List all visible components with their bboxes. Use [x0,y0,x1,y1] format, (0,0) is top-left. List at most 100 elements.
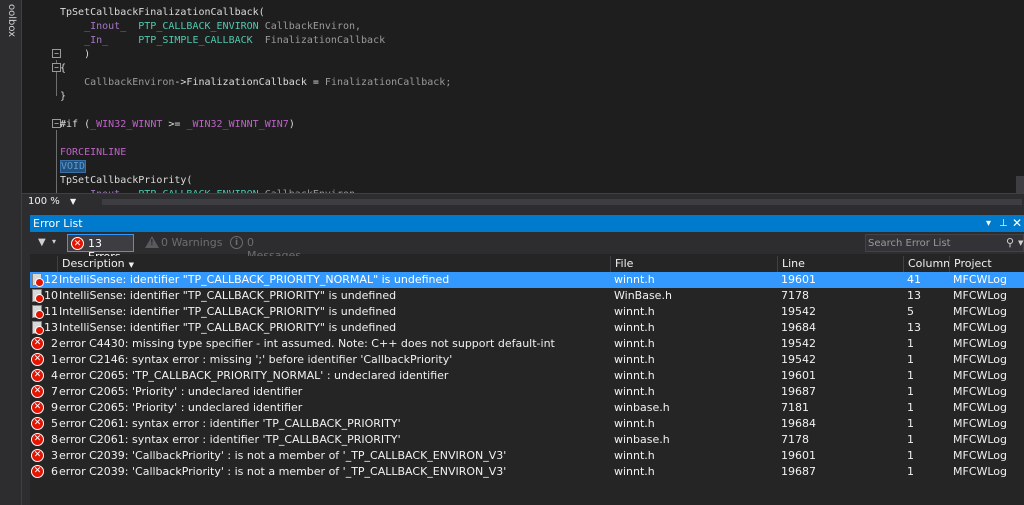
column-header-description[interactable]: Description ▼ [57,256,613,272]
column-header-column[interactable]: Column [903,256,950,272]
code-token: TpSetCallbackPriority( [60,175,193,186]
code-editor[interactable]: − − − TpSetCallbackFinalizationCallback(… [22,0,1024,193]
error-row[interactable]: ✕ 6 error C2039: 'CallbackPriority' : is n… [30,464,1024,480]
error-row[interactable]: 10 IntelliSense: identifier "TP_CALLBACK_… [30,288,1024,304]
search-box[interactable]: ⚲ ▼ [865,234,1024,252]
info-icon: i [230,236,243,249]
error-column: 1 [907,449,914,462]
toolbox-label[interactable]: oolbox [2,4,20,44]
code-line[interactable]: FORCEINLINE [60,146,126,160]
error-column: 5 [907,305,914,318]
error-project: MFCWLog [953,385,1008,398]
messages-filter-button[interactable]: i 0 Messages [227,234,307,262]
error-number: 2 [51,337,58,350]
search-icon[interactable]: ⚲ [1006,236,1014,249]
error-row[interactable]: 12 IntelliSense: identifier "TP_CALLBACK_… [30,272,1024,288]
chevron-down-icon[interactable]: ▾ [52,237,56,246]
toolbox-strip[interactable]: oolbox [0,0,22,505]
error-line: 19542 [781,337,816,350]
error-description: error C2065: 'Priority' : undeclared ide… [59,385,303,398]
error-line: 19601 [781,449,816,462]
column-header-description-label: Description [62,257,125,270]
code-token: = [312,77,325,88]
editor-scrollbar[interactable] [1016,176,1024,193]
error-line: 19542 [781,353,816,366]
warnings-filter-button[interactable]: ! 0 Warnings [143,234,223,252]
error-icon: ✕ [31,417,44,430]
column-header-line[interactable]: Line [777,256,904,272]
intellisense-error-icon [32,289,44,303]
code-token: CallbackEnviron, [258,21,362,32]
error-file: winnt.h [614,337,655,350]
error-row[interactable]: ✕ 9 error C2065: 'Priority' : undeclared i… [30,400,1024,416]
error-description: IntelliSense: identifier "TP_CALLBACK_PR… [59,305,397,318]
error-project: MFCWLog [953,353,1008,366]
code-line[interactable]: VOID [60,160,87,174]
error-line: 19684 [781,321,816,334]
code-token: ) [288,119,295,130]
panel-title: Error List [33,217,83,230]
column-header-project[interactable]: Project [949,256,1024,272]
error-row[interactable]: 13 IntelliSense: identifier "TP_CALLBACK_… [30,320,1024,336]
error-number: 7 [51,385,58,398]
error-column: 13 [907,321,921,334]
search-input[interactable] [868,236,1003,250]
error-list-title-bar: Error List ▾ ⊥ ✕ [30,215,1024,232]
error-line: 19687 [781,385,816,398]
column-header-file[interactable]: File [610,256,777,272]
error-number: 9 [51,401,58,414]
error-row[interactable]: ✕ 7 error C2065: 'Priority' : undeclared i… [30,384,1024,400]
error-icon: ✕ [31,401,44,414]
error-description: error C2061: syntax error : identifier '… [59,433,401,446]
error-number: 6 [51,465,58,478]
error-file: WinBase.h [614,289,672,302]
error-row[interactable]: 11 IntelliSense: identifier "TP_CALLBACK_… [30,304,1024,320]
error-icon: ✕ [31,449,44,462]
code-line[interactable]: } [60,90,66,104]
error-row[interactable]: ✕ 4 error C2065: 'TP_CALLBACK_PRIORITY_NOR… [30,368,1024,384]
error-description: error C2065: 'TP_CALLBACK_PRIORITY_NORMA… [59,369,449,382]
code-token: FinalizationCallback; [324,77,452,88]
error-project: MFCWLog [953,449,1008,462]
code-line[interactable]: #if (_WIN32_WINNT >= _WIN32_WINNT_WIN7) [60,118,295,132]
code-line[interactable]: TpSetCallbackPriority( [60,174,192,188]
error-row[interactable]: ✕ 2 error C4430: missing type specifier - … [30,336,1024,352]
code-line[interactable]: TpSetCallbackFinalizationCallback( [60,6,265,20]
errors-filter-button[interactable]: ✕ 13 Errors [67,234,134,263]
error-project: MFCWLog [953,305,1008,318]
warning-icon-mark: ! [150,238,154,247]
error-line: 7178 [781,433,809,446]
code-token: >= [162,119,187,130]
error-file: winnt.h [614,369,655,382]
close-icon[interactable]: ✕ [1012,215,1022,232]
error-description: error C2061: syntax error : identifier '… [59,417,401,430]
error-project: MFCWLog [953,433,1008,446]
intellisense-error-icon [32,273,44,287]
code-line[interactable]: _In_ PTP_SIMPLE_CALLBACK FinalizationCal… [60,34,385,48]
error-row[interactable]: ✕ 5 error C2061: syntax error : identifier… [30,416,1024,432]
editor-gutter: − − − [22,0,61,193]
code-token: _WIN32_WINNT [90,119,163,130]
code-line[interactable]: CallbackEnviron->FinalizationCallback = … [60,76,451,90]
error-line: 19684 [781,417,816,430]
error-row[interactable]: ✕ 1 error C2146: syntax error : missing ';… [30,352,1024,368]
chevron-down-icon[interactable]: ▼ [70,195,76,209]
error-row[interactable]: ✕ 3 error C2039: 'CallbackPriority' : is n… [30,448,1024,464]
code-line[interactable]: _Inout_ PTP_CALLBACK_ENVIRON CallbackEnv… [60,20,361,34]
error-icon: ✕ [31,433,44,446]
pin-icon[interactable]: ⊥ [999,215,1008,232]
error-number: 12 [44,273,58,286]
code-token: } [60,91,67,102]
code-token: TpSetCallbackFinalizationCallback( [60,7,265,18]
chevron-down-icon[interactable]: ▼ [1018,239,1023,247]
code-line[interactable]: ) [60,48,90,62]
error-file: winnt.h [614,385,655,398]
chevron-down-icon[interactable]: ▾ [986,215,991,232]
code-line[interactable]: { [60,62,66,76]
horizontal-scrollbar[interactable] [102,199,1022,205]
error-row[interactable]: ✕ 8 error C2061: syntax error : identifier… [30,432,1024,448]
filter-icon[interactable]: ▼ [38,237,46,248]
error-description: IntelliSense: identifier "TP_CALLBACK_PR… [59,289,397,302]
error-line: 7178 [781,289,809,302]
fold-line [56,130,57,193]
